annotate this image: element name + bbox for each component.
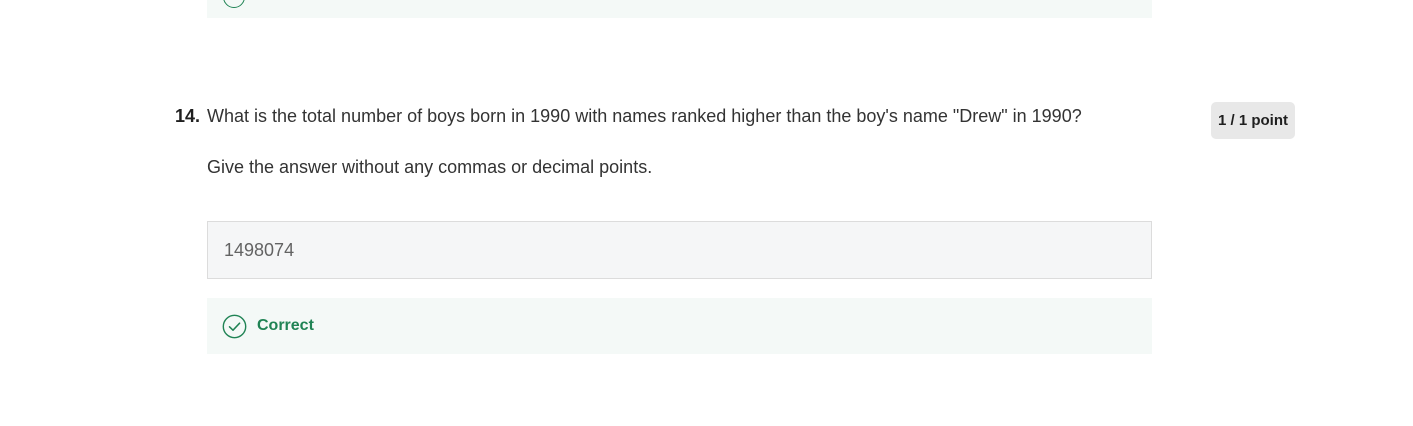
answer-value: 1498074 (224, 239, 295, 260)
question-number: 14. (175, 106, 201, 126)
feedback-status: Correct (257, 317, 314, 334)
question-instruction: Give the answer without any commas or de… (207, 157, 653, 177)
feedback-banner: Correct (207, 298, 1152, 354)
answer-input[interactable]: 1498074 (207, 221, 1152, 279)
check-circle-icon (222, 314, 247, 339)
question-text: What is the total number of boys born in… (207, 106, 1082, 126)
previous-question-feedback (207, 0, 1152, 18)
points-badge: 1 / 1 point (1211, 102, 1295, 139)
check-circle-icon (223, 0, 245, 8)
quiz-page: 14. What is the total number of boys bor… (0, 0, 1413, 426)
